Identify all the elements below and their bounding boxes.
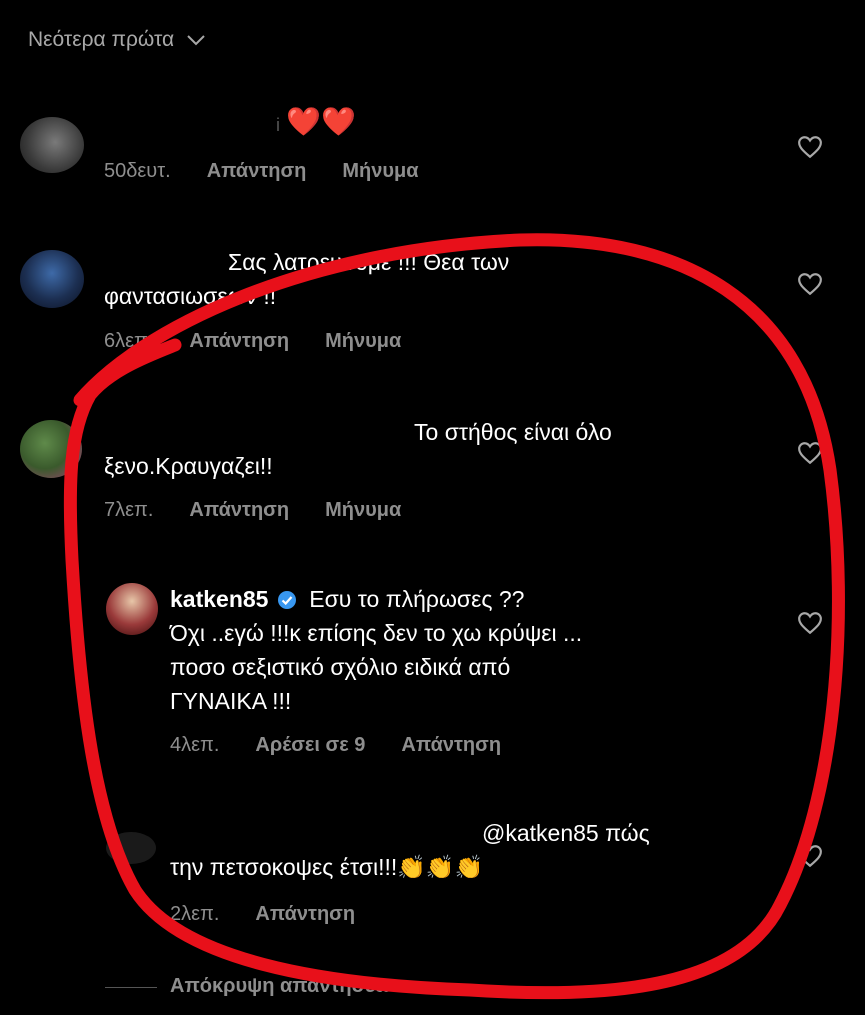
avatar[interactable] bbox=[20, 250, 84, 308]
reply-button[interactable]: Απάντηση bbox=[401, 734, 501, 757]
comment-meta: 50δευτ. Απάντηση Μήνυμα bbox=[104, 160, 419, 183]
avatar[interactable] bbox=[20, 117, 84, 173]
reply-button[interactable]: Απάντηση bbox=[207, 160, 307, 183]
comment-meta: 6λεπ. Απάντηση Μήνυμα bbox=[104, 330, 401, 353]
comment-time: 6λεπ. bbox=[104, 330, 154, 352]
like-heart-icon[interactable] bbox=[797, 844, 823, 868]
divider bbox=[105, 987, 157, 988]
reply-time: 2λεπ. bbox=[170, 903, 220, 925]
like-heart-icon[interactable] bbox=[797, 135, 823, 159]
reply-time: 4λεπ. bbox=[170, 734, 220, 756]
reply-button[interactable]: Απάντηση bbox=[255, 903, 355, 926]
reply-button[interactable]: Απάντηση bbox=[189, 330, 289, 353]
chevron-down-icon bbox=[187, 35, 205, 46]
reply-text: katken85 Εσυ το πλήρωσες ?? Όχι ..εγώ !!… bbox=[170, 586, 583, 714]
avatar[interactable] bbox=[106, 832, 156, 864]
comment-text: Σας λατρευουμε !!! Θεα των φαντασιωσεων … bbox=[104, 249, 510, 309]
sort-label: Νεότερα πρώτα bbox=[28, 28, 175, 51]
hide-replies-button[interactable]: Απόκρυψη απαντήσεων bbox=[170, 975, 403, 998]
reply-username[interactable]: katken85 bbox=[170, 586, 268, 612]
like-heart-icon[interactable] bbox=[797, 611, 823, 635]
comment-text: i ❤️❤️ bbox=[276, 106, 357, 137]
verified-badge-icon bbox=[277, 591, 296, 609]
comment-time: 50δευτ. bbox=[104, 160, 171, 182]
reply-meta: 4λεπ. Αρέσει σε 9 Απάντηση bbox=[170, 734, 501, 757]
like-heart-icon[interactable] bbox=[797, 272, 823, 296]
likes-count-link[interactable]: Αρέσει σε 9 bbox=[255, 734, 365, 757]
comment-text: Το στήθος είναι όλο ξενο.Κραυγαζει!! bbox=[104, 419, 612, 479]
like-heart-icon[interactable] bbox=[797, 441, 823, 465]
comment-time: 7λεπ. bbox=[104, 499, 154, 521]
mention-line: @katken85 πώς bbox=[482, 820, 650, 846]
avatar[interactable] bbox=[20, 420, 82, 478]
reply-meta: 2λεπ. Απάντηση bbox=[170, 903, 355, 926]
reply-button[interactable]: Απάντηση bbox=[189, 499, 289, 522]
sort-dropdown[interactable]: Νεότερα πρώτα bbox=[28, 28, 206, 52]
message-button[interactable]: Μήνυμα bbox=[325, 499, 401, 522]
reply-text: @katken85 πώς την πετσοκοψες έτσι!!!👏👏👏 bbox=[170, 816, 730, 884]
avatar[interactable] bbox=[106, 583, 158, 635]
message-button[interactable]: Μήνυμα bbox=[325, 330, 401, 353]
message-button[interactable]: Μήνυμα bbox=[342, 160, 418, 183]
comment-meta: 7λεπ. Απάντηση Μήνυμα bbox=[104, 499, 401, 522]
